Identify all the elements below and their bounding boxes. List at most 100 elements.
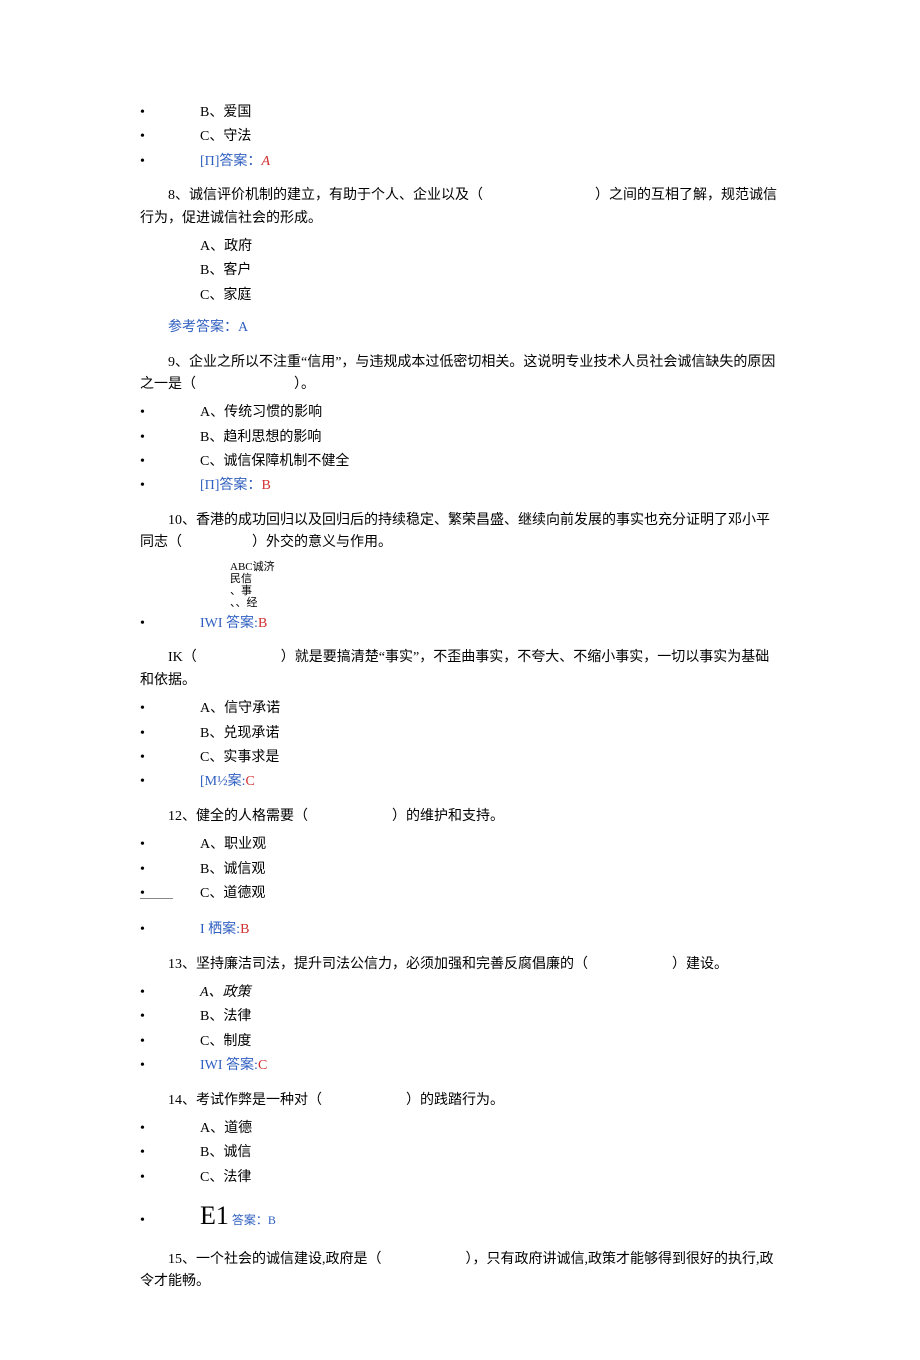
option-text: A、职业观 [200, 834, 266, 856]
answer-value: C [246, 774, 255, 789]
q9-option-a: •A、传统习惯的影响 [140, 402, 780, 424]
q14-option-a: •A、道德 [140, 1118, 780, 1140]
bullet: • [140, 723, 200, 745]
bullet: • [140, 151, 200, 173]
q10-text: 10、香港的成功回归以及回归后的持续稳定、繁荣昌盛、继续向前发展的事实也充分证明… [140, 510, 780, 555]
option-text: C、法律 [200, 1167, 251, 1189]
option-text: A、传统习惯的影响 [200, 402, 322, 424]
q12-answer: •I 栖案:B [140, 919, 780, 941]
bullet: • [140, 1031, 200, 1053]
answer-label: IWI 答案: [200, 1058, 258, 1073]
bullet: • [140, 982, 200, 1004]
bullet: • [140, 747, 200, 769]
spacer [140, 285, 200, 307]
option-text: C、道德观 [200, 883, 265, 905]
q14-option-c: •C、法律 [140, 1167, 780, 1189]
bullet: • [140, 475, 200, 497]
q7-option-b: •B、爱国 [140, 102, 780, 124]
bullet: • [140, 834, 200, 856]
option-text: B、诚信 [200, 1142, 251, 1164]
option-text: A、信守承诺 [200, 698, 280, 720]
bullet: • [140, 771, 200, 793]
option-text: A、政策 [200, 982, 251, 1004]
q11-answer: •[M½案:C [140, 771, 780, 793]
q10-opt-line4: 、、经 [230, 597, 780, 609]
bullet: • [140, 451, 200, 473]
answer-value: B [240, 922, 249, 937]
q13-answer: •IWI 答案:C [140, 1055, 780, 1077]
q8-option-c: C、家庭 [140, 285, 780, 307]
q7-option-c: •C、守法 [140, 126, 780, 148]
q11-option-c: •C、实事求是 [140, 747, 780, 769]
q10-options-block: ABC诚济 民信 、事 、、经 [230, 561, 780, 609]
bullet: • [140, 1055, 200, 1077]
bullet: • [140, 1006, 200, 1028]
bullet: • [140, 1142, 200, 1164]
q10-answer: •IWI 答案:B [140, 613, 780, 635]
bullet: • [140, 1210, 200, 1232]
q13-option-c: •C、制度 [140, 1031, 780, 1053]
ref-value: A [238, 320, 248, 335]
bullet: • [140, 126, 200, 148]
answer-label: [M½案: [200, 774, 246, 789]
q15-text: 15、一个社会的诚信建设,政府是（ ），只有政府讲诚信,政策才能够得到很好的执行… [140, 1249, 780, 1294]
answer-label: [Π]答案： [200, 154, 261, 169]
bullet: • [140, 698, 200, 720]
q9-option-c: •C、诚信保障机制不健全 [140, 451, 780, 473]
q8-option-a: A、政府 [140, 236, 780, 258]
option-text: B、法律 [200, 1006, 251, 1028]
option-text: C、实事求是 [200, 747, 279, 769]
answer-label: I 栖案: [200, 922, 240, 937]
q8-ref-answer: 参考答案：A [168, 317, 780, 339]
option-text: C、家庭 [200, 285, 251, 307]
option-text: B、趋利思想的影响 [200, 427, 321, 449]
bullet: • [140, 613, 200, 635]
q13-option-a: •A、政策 [140, 982, 780, 1004]
bullet: • [140, 427, 200, 449]
q7-answer: •[Π]答案：A [140, 151, 780, 173]
answer-value: B [261, 478, 270, 493]
spacer [140, 260, 200, 282]
q14-answer: •E1 答案：B [140, 1195, 780, 1237]
option-text: C、制度 [200, 1031, 251, 1053]
q13-option-b: •B、法律 [140, 1006, 780, 1028]
option-text: B、爱国 [200, 102, 251, 124]
ref-label: 参考答案： [168, 320, 238, 335]
q8-option-b: B、客户 [140, 260, 780, 282]
q11-text: IK（ ）就是要搞清楚“事实”，不歪曲事实，不夸大、不缩小事实，一切以事实为基础… [140, 647, 780, 692]
q8-text: 8、诚信评价机制的建立，有助于个人、企业以及（ ）之间的互相了解，规范诚信行为，… [140, 185, 780, 230]
q12-text: 12、健全的人格需要（ ）的维护和支持。 [140, 806, 780, 828]
spacer [140, 236, 200, 258]
option-text: B、兑现承诺 [200, 723, 279, 745]
bullet: • [140, 919, 200, 941]
answer-value: B [258, 616, 267, 631]
answer-label: IWI 答案: [200, 616, 258, 631]
q14-text: 14、考试作弊是一种对（ ）的践踏行为。 [140, 1090, 780, 1112]
bullet: • [140, 1167, 200, 1189]
q10-opt-line2: 民信 [230, 573, 780, 585]
q9-text: 9、企业之所以不注重“信用”，与违规成本过低密切相关。这说明专业技术人员社会诚信… [140, 352, 780, 397]
q12-option-c: • C、道德观 [140, 883, 780, 905]
answer-label: [Π]答案： [200, 478, 261, 493]
q12-option-a: •A、职业观 [140, 834, 780, 856]
q11-option-b: •B、兑现承诺 [140, 723, 780, 745]
bullet: • [140, 1118, 200, 1140]
option-text: B、诚信观 [200, 859, 265, 881]
answer-value: C [258, 1058, 267, 1073]
q12-option-b: •B、诚信观 [140, 859, 780, 881]
option-text: B、客户 [200, 260, 251, 282]
spacer [140, 907, 780, 917]
e1-mark: E1 [200, 1201, 229, 1230]
option-text: C、诚信保障机制不健全 [200, 451, 349, 473]
q9-option-b: •B、趋利思想的影响 [140, 427, 780, 449]
bullet: • [140, 859, 200, 881]
option-text: A、政府 [200, 236, 252, 258]
answer-value: A [261, 154, 270, 169]
bullet: • [140, 402, 200, 424]
bullet-underlined: • [140, 883, 200, 905]
q13-text: 13、坚持廉洁司法，提升司法公信力，必须加强和完善反腐倡廉的（ ）建设。 [140, 954, 780, 976]
q9-answer: •[Π]答案：B [140, 475, 780, 497]
answer-label: 答案： [229, 1213, 268, 1227]
q10-opt-line3: 、事 [230, 585, 780, 597]
q14-option-b: •B、诚信 [140, 1142, 780, 1164]
